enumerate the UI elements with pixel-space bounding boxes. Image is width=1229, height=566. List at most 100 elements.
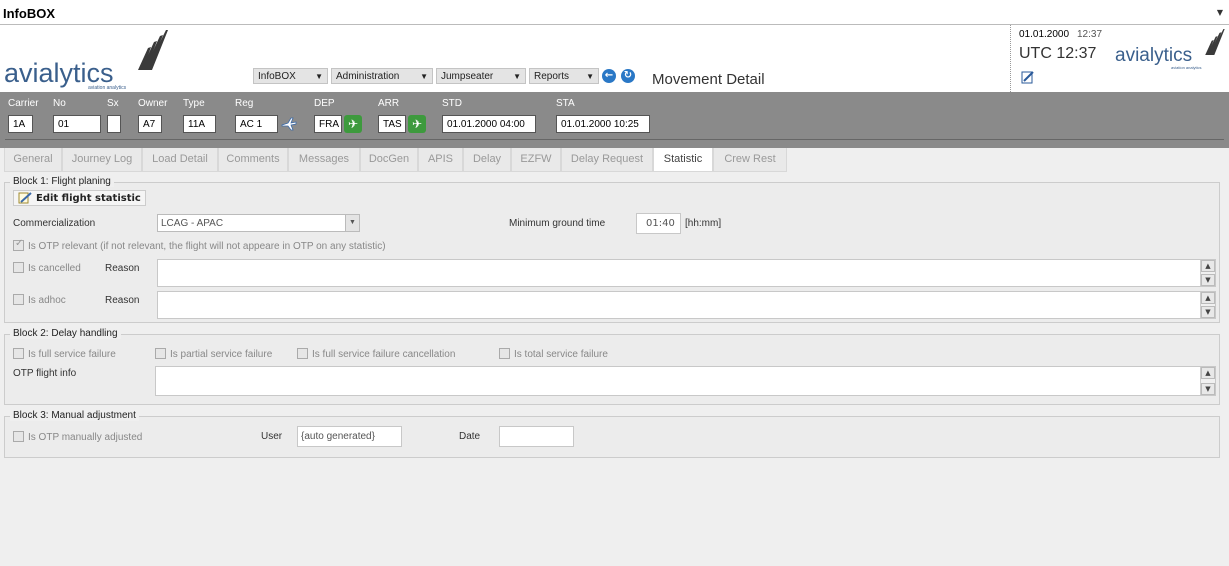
back-icon[interactable]: ←	[602, 69, 616, 83]
type-field[interactable]: 11A	[183, 115, 216, 133]
menu-administration[interactable]: Administration ▼	[331, 68, 433, 84]
tab-delay-request[interactable]: Delay Request	[561, 148, 653, 172]
scroll-up-icon[interactable]: ▲	[1201, 367, 1215, 379]
logo-mark-icon	[138, 30, 168, 70]
otp-manually-adjusted-checkbox[interactable]	[13, 431, 24, 442]
cancel-reason-label: Reason	[105, 263, 140, 274]
std-field[interactable]: 01.01.2000 04:00	[442, 115, 536, 133]
adhoc-reason-label: Reason	[105, 295, 140, 306]
date-field[interactable]	[499, 426, 574, 447]
block-delay-handling: Block 2: Delay handling Is full service …	[4, 328, 1220, 405]
total-service-failure-label: Is total service failure	[514, 349, 608, 360]
menu-jumpseater[interactable]: Jumpseater ▼	[436, 68, 526, 84]
reg-label: Reg	[235, 98, 254, 109]
tab-docgen[interactable]: DocGen	[360, 148, 418, 172]
min-ground-time-field[interactable]: 01:40	[636, 213, 681, 234]
owner-label: Owner	[138, 98, 168, 109]
edit-flight-statistic-label: Edit flight statistic	[36, 193, 141, 204]
flight-bar-divider	[5, 139, 1224, 140]
block2-title: Block 2: Delay handling	[10, 328, 121, 339]
dep-field[interactable]: FRA	[314, 115, 342, 133]
tab-load-detail[interactable]: Load Detail	[142, 148, 218, 172]
scroll-down-icon[interactable]: ▼	[1201, 274, 1215, 286]
app-header: avialytics aviation analytics InfoBOX ▼ A…	[0, 25, 1229, 92]
date-label: Date	[459, 431, 481, 442]
tab-delay[interactable]: Delay	[463, 148, 511, 172]
is-adhoc-label: Is adhoc	[28, 295, 66, 306]
carrier-field[interactable]: 1A	[8, 115, 33, 133]
tab-crew-rest[interactable]: Crew Rest	[713, 148, 787, 172]
no-field[interactable]: 01	[53, 115, 101, 133]
logo-tagline: aviation analytics	[1171, 65, 1202, 70]
clock-date: 01.01.2000	[1019, 29, 1070, 40]
scroll-up-icon[interactable]: ▲	[1201, 292, 1215, 304]
user-field[interactable]: {auto generated}	[297, 426, 402, 447]
commercialization-select[interactable]: LCAG - APAC ▼	[157, 214, 360, 232]
sta-label: STA	[556, 98, 575, 109]
scroll-up-icon[interactable]: ▲	[1201, 260, 1215, 272]
block-manual-adjustment: Block 3: Manual adjustment Is OTP manual…	[4, 410, 1220, 458]
sta-field[interactable]: 01.01.2000 10:25	[556, 115, 650, 133]
logo-small: avialytics aviation analytics	[1115, 29, 1227, 70]
tab-ezfw[interactable]: EZFW	[511, 148, 561, 172]
chevron-down-icon: ▼	[345, 215, 359, 231]
departure-airport-icon[interactable]: ✈	[344, 115, 362, 133]
edit-note-icon[interactable]	[1021, 70, 1035, 84]
full-service-failure-label: Is full service failure	[28, 349, 116, 360]
otp-flight-info-textarea[interactable]: ▲ ▼	[155, 366, 1216, 396]
aircraft-icon[interactable]	[281, 117, 297, 131]
sx-field[interactable]	[107, 115, 121, 133]
otp-manually-adjusted-label: Is OTP manually adjusted	[28, 432, 143, 443]
textarea-scrollbar[interactable]: ▲ ▼	[1200, 292, 1215, 318]
cancel-reason-textarea[interactable]: ▲ ▼	[157, 259, 1216, 287]
min-ground-time-unit: [hh:mm]	[685, 218, 722, 229]
tab-comments[interactable]: Comments	[218, 148, 288, 172]
chevron-down-icon: ▼	[513, 72, 521, 81]
page-title: Movement Detail	[652, 71, 765, 88]
dep-label: DEP	[314, 98, 335, 109]
clock-panel: 01.01.2000 12:37 UTC 12:37 avialytics av…	[1010, 25, 1229, 92]
is-cancelled-label: Is cancelled	[28, 263, 81, 274]
is-adhoc-checkbox[interactable]	[13, 294, 24, 305]
arr-field[interactable]: TAS	[378, 115, 406, 133]
min-ground-time-label: Minimum ground time	[509, 218, 606, 229]
full-failure-cancellation-checkbox[interactable]	[297, 348, 308, 359]
block3-title: Block 3: Manual adjustment	[10, 410, 139, 421]
is-cancelled-checkbox[interactable]	[13, 262, 24, 273]
tab-apis[interactable]: APIS	[418, 148, 463, 172]
tab-messages[interactable]: Messages	[288, 148, 360, 172]
total-service-failure-checkbox[interactable]	[499, 348, 510, 359]
tab-journey-log[interactable]: Journey Log	[62, 148, 142, 172]
commercialization-label: Commercialization	[13, 218, 96, 229]
owner-field[interactable]: A7	[138, 115, 162, 133]
edit-icon	[18, 192, 32, 204]
block1-title: Block 1: Flight planing	[10, 176, 114, 187]
otp-relevant-checkbox[interactable]	[13, 238, 24, 251]
refresh-icon[interactable]: ↻	[621, 69, 635, 83]
partial-service-failure-checkbox[interactable]	[155, 348, 166, 359]
no-label: No	[53, 98, 66, 109]
window-titlebar: InfoBOX ▼	[0, 0, 1229, 25]
scroll-down-icon[interactable]: ▼	[1201, 306, 1215, 318]
textarea-scrollbar[interactable]: ▲ ▼	[1200, 260, 1215, 286]
scroll-down-icon[interactable]: ▼	[1201, 383, 1215, 395]
reg-field[interactable]: AC 1	[235, 115, 278, 133]
menu-reports[interactable]: Reports ▼	[529, 68, 599, 84]
logo-mark-icon	[1205, 29, 1225, 55]
window-menu-arrow[interactable]: ▼	[1217, 8, 1223, 17]
tab-statistic[interactable]: Statistic	[653, 148, 713, 172]
edit-flight-statistic-button[interactable]: Edit flight statistic	[13, 190, 146, 206]
sx-label: Sx	[107, 98, 119, 109]
partial-service-failure-label: Is partial service failure	[170, 349, 273, 360]
menu-infobox[interactable]: InfoBOX ▼	[253, 68, 328, 84]
arrival-airport-icon[interactable]: ✈	[408, 115, 426, 133]
block-flight-planning: Block 1: Flight planing Edit flight stat…	[4, 176, 1220, 323]
logo: avialytics aviation analytics	[4, 29, 169, 91]
tab-general[interactable]: General	[4, 148, 62, 172]
logo-wordmark: avialytics	[1115, 45, 1193, 66]
textarea-scrollbar[interactable]: ▲ ▼	[1200, 367, 1215, 395]
full-service-failure-checkbox[interactable]	[13, 348, 24, 359]
adhoc-reason-textarea[interactable]: ▲ ▼	[157, 291, 1216, 319]
window-title: InfoBOX	[3, 6, 55, 21]
logo-tagline: aviation analytics	[88, 85, 127, 91]
